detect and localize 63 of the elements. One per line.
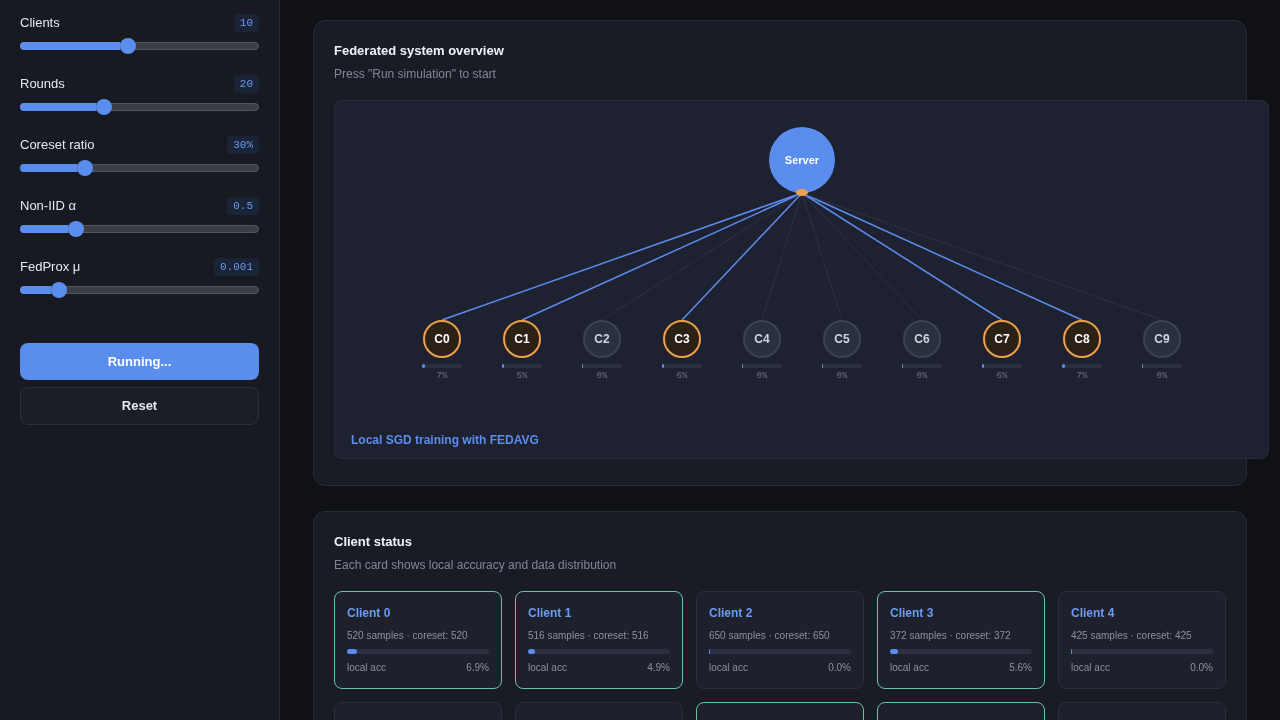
client-details: 425 samples · coreset: 425 — [1071, 629, 1192, 642]
progress-percent: 0% — [916, 370, 928, 382]
client-details: 520 samples · coreset: 520 — [347, 629, 468, 642]
slider-label: Clients — [20, 14, 60, 32]
client-details: 372 samples · coreset: 372 — [890, 629, 1011, 642]
metric-value: 5.6% — [1009, 661, 1032, 674]
client-name: Client 0 — [347, 605, 391, 621]
client-node: C1 — [503, 320, 541, 358]
progress-percent: 6% — [676, 370, 688, 382]
metric-value: 0.0% — [1190, 661, 1213, 674]
progress-percent: 7% — [1076, 370, 1088, 382]
metric-value: 6.9% — [466, 661, 489, 674]
section-title: Federated system overview — [334, 42, 505, 60]
progress-percent: 0% — [836, 370, 848, 382]
client-node: C7 — [983, 320, 1021, 358]
value-badge: 30% — [227, 136, 259, 154]
slider-label: FedProx μ — [20, 258, 81, 276]
progress-percent: 0% — [1156, 370, 1168, 382]
reset-button[interactable]: Reset — [20, 387, 259, 425]
slider-label: Non-IID α — [20, 197, 76, 215]
metric-label: local acc — [347, 661, 386, 674]
client-node: C6 — [903, 320, 941, 358]
slider-thumb[interactable] — [119, 38, 136, 54]
metric-label: local acc — [890, 661, 929, 674]
client-name: Client 4 — [1071, 605, 1115, 621]
client-details: 516 samples · coreset: 516 — [528, 629, 649, 642]
value-badge: 10 — [233, 14, 259, 32]
metric-label: local acc — [1071, 661, 1110, 674]
slider-label: Coreset ratio — [20, 136, 95, 154]
client-node: C9 — [1143, 320, 1181, 358]
slider-thumb[interactable] — [67, 221, 84, 237]
slider-thumb[interactable] — [77, 160, 93, 176]
value-badge: 20 — [233, 75, 259, 93]
client-node: C0 — [423, 320, 461, 358]
client-node: C4 — [743, 320, 781, 358]
diagram-caption: Local SGD training with FEDAVG — [351, 432, 539, 448]
metric-value: 4.9% — [647, 661, 670, 674]
value-badge: 0.5 — [227, 197, 259, 215]
slider-thumb[interactable] — [95, 99, 112, 115]
metric-value: 0.0% — [828, 661, 851, 674]
metric-label: local acc — [528, 661, 567, 674]
packet-icon — [796, 189, 808, 196]
slider-label: Rounds — [20, 75, 65, 93]
server-node: Server — [769, 127, 835, 193]
client-node: C8 — [1063, 320, 1101, 358]
client-node: C5 — [823, 320, 861, 358]
progress-percent: 0% — [756, 370, 768, 382]
client-node: C3 — [663, 320, 701, 358]
progress-percent: 7% — [436, 370, 448, 382]
section-subtitle: Each card shows local accuracy and data distribution — [334, 557, 618, 573]
progress-percent: 0% — [596, 370, 608, 382]
section-title: Client status — [334, 533, 413, 551]
client-name: Client 2 — [709, 605, 753, 621]
client-name: Client 3 — [890, 605, 934, 621]
progress-percent: 5% — [516, 370, 528, 382]
slider-thumb[interactable] — [50, 282, 67, 298]
value-badge: 0.001 — [214, 258, 259, 276]
client-node: C2 — [583, 320, 621, 358]
metric-label: local acc — [709, 661, 748, 674]
client-details: 650 samples · coreset: 650 — [709, 629, 830, 642]
client-name: Client 1 — [528, 605, 572, 621]
progress-percent: 6% — [996, 370, 1008, 382]
section-subtitle: Press "Run simulation" to start — [334, 66, 497, 82]
